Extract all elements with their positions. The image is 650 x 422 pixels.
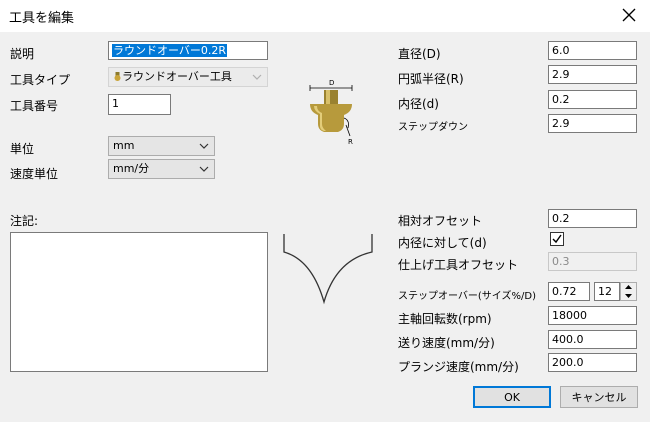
spindle-speed-value: 18000 — [552, 309, 587, 322]
ok-button[interactable]: OK — [473, 386, 551, 408]
description-input[interactable]: ラウンドオーバー0.2R — [108, 41, 268, 60]
tool-type-select[interactable]: ラウンドオーバー工具 — [108, 67, 268, 87]
arrow-up-icon — [625, 285, 632, 289]
window-title: 工具を編集 — [9, 11, 75, 26]
stepover-percent-input[interactable]: 12 — [594, 282, 620, 301]
chevron-down-icon — [199, 166, 209, 172]
feed-rate-value: 400.0 — [552, 333, 584, 346]
unit-select[interactable]: mm — [108, 136, 215, 156]
stepover-label: ステップオーバー(サイズ%/D) — [398, 291, 536, 302]
step-down-label: ステップダウン — [398, 122, 468, 133]
speed-unit-label: 速度単位 — [10, 167, 59, 181]
inner-diameter-input[interactable]: 0.2 — [548, 90, 637, 109]
dimension-d-label: D — [329, 79, 334, 87]
chevron-down-icon — [252, 74, 262, 80]
speed-unit-select[interactable]: mm/分 — [108, 159, 215, 179]
arc-radius-input[interactable]: 2.9 — [548, 65, 637, 84]
step-down-input[interactable]: 2.9 — [548, 114, 637, 133]
stepover-value: 0.72 — [552, 285, 577, 298]
notes-label: 注記: — [10, 214, 39, 228]
tool-type-label: 工具タイプ — [10, 73, 71, 87]
tool-diagram: D R — [309, 79, 353, 146]
relative-offset-input[interactable]: 0.2 — [548, 209, 637, 228]
relative-to-inner-label: 内径に対して(d) — [398, 236, 487, 250]
speed-unit-value: mm/分 — [113, 162, 150, 175]
feed-rate-label: 送り速度(mm/分) — [398, 336, 495, 350]
inner-diameter-value: 0.2 — [552, 93, 570, 106]
tool-number-value: 1 — [112, 97, 119, 110]
checkmark-icon — [552, 234, 562, 244]
inner-diameter-label: 内径(d) — [398, 97, 439, 111]
stepover-spinner[interactable] — [620, 282, 637, 301]
stepover-percent-value: 12 — [598, 285, 612, 298]
finish-offset-value: 0.3 — [552, 255, 570, 268]
relative-offset-label: 相対オフセット — [398, 214, 483, 228]
description-label: 説明 — [10, 47, 35, 61]
close-icon[interactable] — [620, 6, 638, 24]
step-down-value: 2.9 — [552, 117, 570, 130]
relative-offset-value: 0.2 — [552, 212, 570, 225]
plunge-rate-value: 200.0 — [552, 356, 584, 369]
spin-up-button[interactable] — [621, 283, 636, 291]
tool-number-input[interactable]: 1 — [108, 94, 171, 115]
title-bar: 工具を編集 — [0, 0, 650, 32]
notes-textarea[interactable] — [10, 232, 268, 372]
finish-offset-input[interactable]: 0.3 — [548, 252, 637, 271]
relative-to-inner-checkbox[interactable] — [550, 232, 564, 246]
plunge-rate-input[interactable]: 200.0 — [548, 353, 637, 372]
radius-r-label: R — [348, 138, 353, 146]
plunge-rate-label: プランジ速度(mm/分) — [398, 360, 519, 374]
unit-label: 単位 — [10, 142, 35, 156]
stepover-input[interactable]: 0.72 — [548, 282, 590, 301]
arc-radius-label: 円弧半径(R) — [398, 72, 464, 86]
roundover-tool-icon — [114, 72, 121, 81]
spindle-speed-label: 主軸回転数(rpm) — [398, 312, 492, 326]
spindle-speed-input[interactable]: 18000 — [548, 306, 637, 325]
chevron-down-icon — [199, 143, 209, 149]
diameter-label: 直径(D) — [398, 47, 441, 61]
description-value: ラウンドオーバー0.2R — [112, 44, 228, 57]
arrow-down-icon — [625, 294, 632, 298]
finish-offset-label: 仕上げ工具オフセット — [398, 258, 519, 272]
spin-down-button[interactable] — [621, 292, 636, 300]
profile-preview — [283, 234, 373, 305]
cancel-button[interactable]: キャンセル — [560, 386, 638, 408]
arc-radius-value: 2.9 — [552, 68, 570, 81]
tool-number-label: 工具番号 — [10, 99, 59, 113]
diameter-value: 6.0 — [552, 44, 570, 57]
diameter-input[interactable]: 6.0 — [548, 41, 637, 60]
feed-rate-input[interactable]: 400.0 — [548, 330, 637, 349]
unit-value: mm — [113, 139, 135, 152]
tool-type-value: ラウンドオーバー工具 — [122, 70, 232, 83]
